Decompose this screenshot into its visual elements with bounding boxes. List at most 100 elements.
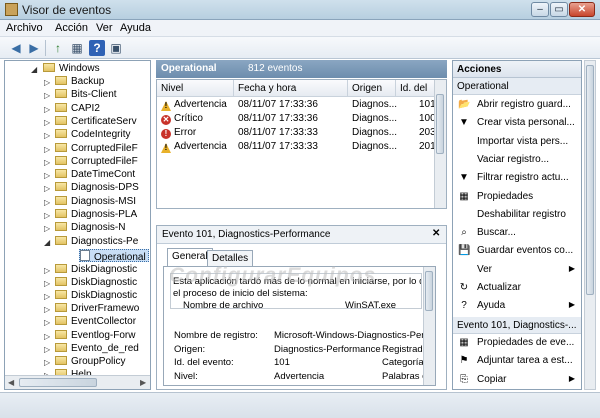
action-item[interactable]: ▦ Propiedades [453,188,581,206]
menu-archivo[interactable]: Archivo [6,22,43,34]
action-item[interactable]: ↻ Actualizar [453,279,581,297]
scroll-left-icon[interactable]: ◀ [8,378,14,387]
table-row[interactable]: ! Advertencia 08/11/07 17:33:36 Diagnos... 1… [157,98,446,112]
expand-arrow-icon[interactable]: ▷ [44,145,50,154]
tree-horizontal-scrollbar[interactable]: ◀ ▶ [5,375,150,389]
expand-arrow-icon[interactable]: ▷ [44,91,50,100]
column-header-source[interactable]: Origen [348,80,396,97]
scroll-thumb[interactable] [436,94,444,154]
action-item[interactable]: 💾 Guardar eventos co... [453,242,581,260]
collapse-arrow-icon[interactable]: ◢ [44,238,50,247]
show-hide-pane-icon[interactable]: ▣ [108,40,124,56]
action-item[interactable]: ⌕ Buscar... [453,224,581,242]
events-vertical-scrollbar[interactable] [434,80,446,208]
close-button[interactable]: ✕ [569,2,595,17]
action-item[interactable]: ▼ Filtrar registro actu... [453,169,581,187]
expand-arrow-icon[interactable]: ▷ [44,292,50,301]
expand-arrow-icon[interactable]: ▷ [44,158,50,167]
action-item[interactable]: ⚑ Adjuntar tarea a est... [453,352,581,370]
action-item[interactable]: ⎘ Copiar ▶ [453,371,581,389]
event-date: 08/11/07 17:33:33 [238,141,318,152]
action-item[interactable]: Ver ▶ [453,261,581,279]
folder-icon [55,355,67,365]
action-item[interactable]: Importar vista pers... [453,133,581,151]
tree-item-label: Eventlog-Forw [71,329,136,341]
scroll-thumb[interactable] [586,65,594,295]
table-row[interactable]: ! Error 08/11/07 17:33:33 Diagnos... 203 [157,126,446,140]
action-item[interactable]: 💾Guardar eventos se... [453,389,581,390]
help-icon[interactable]: ? [89,40,105,56]
expand-arrow-icon[interactable]: ▷ [44,118,50,127]
tree-item[interactable]: ▷ Diagnosis-PLA [44,209,137,222]
tree-item[interactable]: ▷ EventCollector [44,316,136,329]
expand-arrow-icon[interactable]: ▷ [44,211,50,220]
tree-item[interactable]: ◢ Diagnostics-Pe [44,235,138,249]
expand-arrow-icon[interactable]: ▷ [44,358,50,367]
tree-item[interactable]: ▷ Eventlog-Forw [44,329,136,343]
expand-arrow-icon[interactable]: ▷ [44,318,50,327]
tree-item-operational[interactable]: Operational [79,249,149,263]
expand-arrow-icon[interactable]: ▷ [44,171,50,180]
expand-arrow-icon[interactable]: ▷ [44,224,50,233]
find-icon: ⌕ [461,227,467,239]
close-detail-icon[interactable]: ✕ [432,228,440,239]
tree-item[interactable]: ▷ CorruptedFileF [44,142,138,156]
expand-arrow-icon[interactable]: ▷ [44,105,50,114]
maximize-button[interactable]: ▭ [550,2,568,17]
expand-arrow-icon[interactable]: ▷ [44,279,50,288]
column-header-date[interactable]: Fecha y hora [234,80,348,97]
detail-vertical-scrollbar[interactable] [423,267,435,385]
tree-item-windows[interactable]: ◢ Windows [31,63,100,76]
scroll-right-icon[interactable]: ▶ [140,378,146,387]
action-item[interactable]: ▼ Crear vista personal... [453,114,581,132]
tree-item[interactable]: ▷ DiskDiagnostic [44,277,137,290]
tree-item[interactable]: ▷ Diagnosis-N [44,222,125,235]
tree-item[interactable]: ▷ DiskDiagnostic [44,290,137,303]
table-row[interactable]: ! Advertencia 08/11/07 17:33:33 Diagnos... 2… [157,140,446,154]
expand-arrow-icon[interactable]: ▷ [44,131,50,140]
forward-arrow-icon[interactable]: ▶ [26,40,42,56]
tree-item[interactable]: ▷ Diagnosis-DPS [44,182,139,195]
column-header-id[interactable]: Id. del [396,80,438,97]
tree-item[interactable]: ▷ Bits-Client [44,89,117,102]
tree-item[interactable]: ▷ DateTimeCont [44,169,135,182]
column-header-level[interactable]: Nivel [157,80,234,97]
properties-icon[interactable]: ▦ [69,40,85,56]
action-item[interactable]: Vaciar registro... [453,151,581,169]
expand-arrow-icon[interactable]: ▷ [44,198,50,207]
action-item[interactable]: ? Ayuda ▶ [453,297,581,315]
action-item[interactable]: Deshabilitar registro [453,206,581,224]
submenu-arrow-icon: ▶ [568,373,575,383]
tree-item[interactable]: ▷ GroupPolicy [44,355,125,369]
expand-arrow-icon[interactable]: ▷ [44,332,50,341]
expand-arrow-icon[interactable]: ▷ [44,305,50,314]
up-folder-icon[interactable]: ↑ [50,40,66,56]
menu-accion[interactable]: Acción [55,22,88,34]
action-item[interactable]: ▦ Propiedades de eve... [453,334,581,352]
expand-arrow-icon[interactable]: ▷ [44,184,50,193]
table-row[interactable]: ✕ Crítico 08/11/07 17:33:36 Diagnos... 100 [157,112,446,126]
tree-item[interactable]: ▷ Backup [44,76,104,89]
tree-item[interactable]: ▷ DiskDiagnostic [44,264,137,277]
expand-arrow-icon[interactable]: ▷ [44,78,50,87]
tree-item[interactable]: ▷ CodeIntegrity [44,129,130,142]
event-level-text: Crítico [174,113,203,124]
expand-arrow-icon[interactable]: ▷ [44,345,50,354]
tree-item[interactable]: ▷ Diagnosis-MSI [44,195,136,209]
collapse-arrow-icon[interactable]: ◢ [31,65,37,74]
tree-item[interactable]: ▷ CertificateServ [44,115,137,129]
tree-item[interactable]: ▷ DriverFramewo [44,303,139,316]
tree-item[interactable]: ▷ CAPI2 [44,102,100,116]
actions-vertical-scrollbar[interactable] [584,60,596,390]
tree-item[interactable]: ▷ CorruptedFileF [44,155,138,169]
back-arrow-icon[interactable]: ◀ [8,40,24,56]
tree-item[interactable]: ▷ Evento_de_red [44,342,139,356]
scroll-thumb[interactable] [19,378,97,387]
minimize-button[interactable]: – [531,2,549,17]
action-item[interactable]: 📂 Abrir registro guard... [453,96,581,114]
expand-arrow-icon[interactable]: ▷ [44,266,50,275]
menu-ver[interactable]: Ver [96,22,113,34]
menu-ayuda[interactable]: Ayuda [120,22,151,34]
field-extra-label: Equipo: [382,384,414,385]
scroll-thumb[interactable] [425,271,433,311]
